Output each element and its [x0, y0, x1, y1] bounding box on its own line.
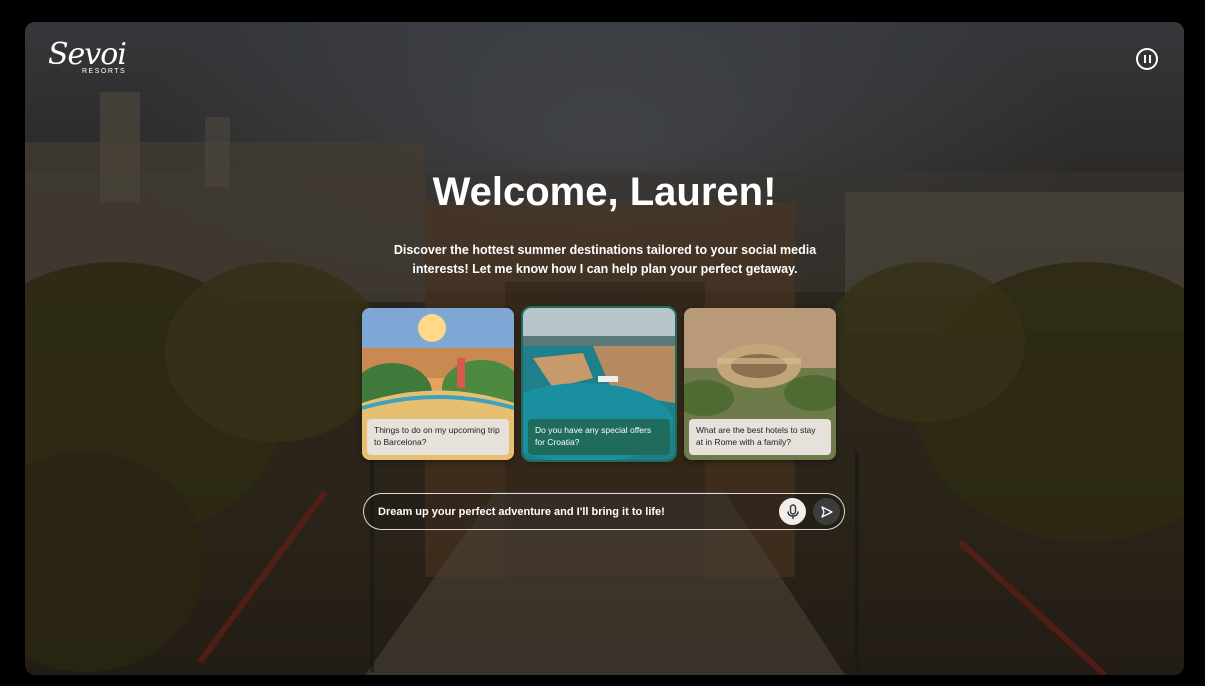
logo-script-text: Sevoi	[48, 37, 127, 72]
app-frame: Sevoi RESORTS Welcome, Lauren! Discover …	[25, 22, 1184, 675]
prompt-input[interactable]	[376, 494, 770, 529]
sevoi-logo: Sevoi RESORTS	[48, 37, 127, 76]
suggestion-cards: Things to do on my upcoming trip to Barc…	[362, 306, 836, 462]
suggestion-card-barcelona[interactable]: Things to do on my upcoming trip to Barc…	[362, 308, 514, 460]
microphone-button[interactable]	[779, 498, 806, 525]
send-icon	[820, 505, 833, 518]
card-caption: Things to do on my upcoming trip to Barc…	[367, 419, 509, 455]
suggestion-card-rome[interactable]: What are the best hotels to stay at in R…	[684, 308, 836, 460]
welcome-subtitle: Discover the hottest summer destinations…	[393, 243, 817, 276]
prompt-bar	[363, 493, 845, 530]
welcome-title: Welcome, Lauren!	[432, 170, 777, 214]
suggestion-card-croatia[interactable]: Do you have any special offers for Croat…	[521, 306, 677, 462]
card-caption: What are the best hotels to stay at in R…	[689, 419, 831, 455]
logo-subtext: RESORTS	[82, 68, 127, 75]
microphone-icon	[786, 503, 799, 519]
card-caption: Do you have any special offers for Croat…	[528, 419, 670, 455]
pause-icon-bar	[1148, 55, 1151, 63]
pause-icon	[1143, 55, 1146, 63]
pause-button[interactable]	[1136, 48, 1158, 70]
send-button[interactable]	[813, 498, 840, 525]
